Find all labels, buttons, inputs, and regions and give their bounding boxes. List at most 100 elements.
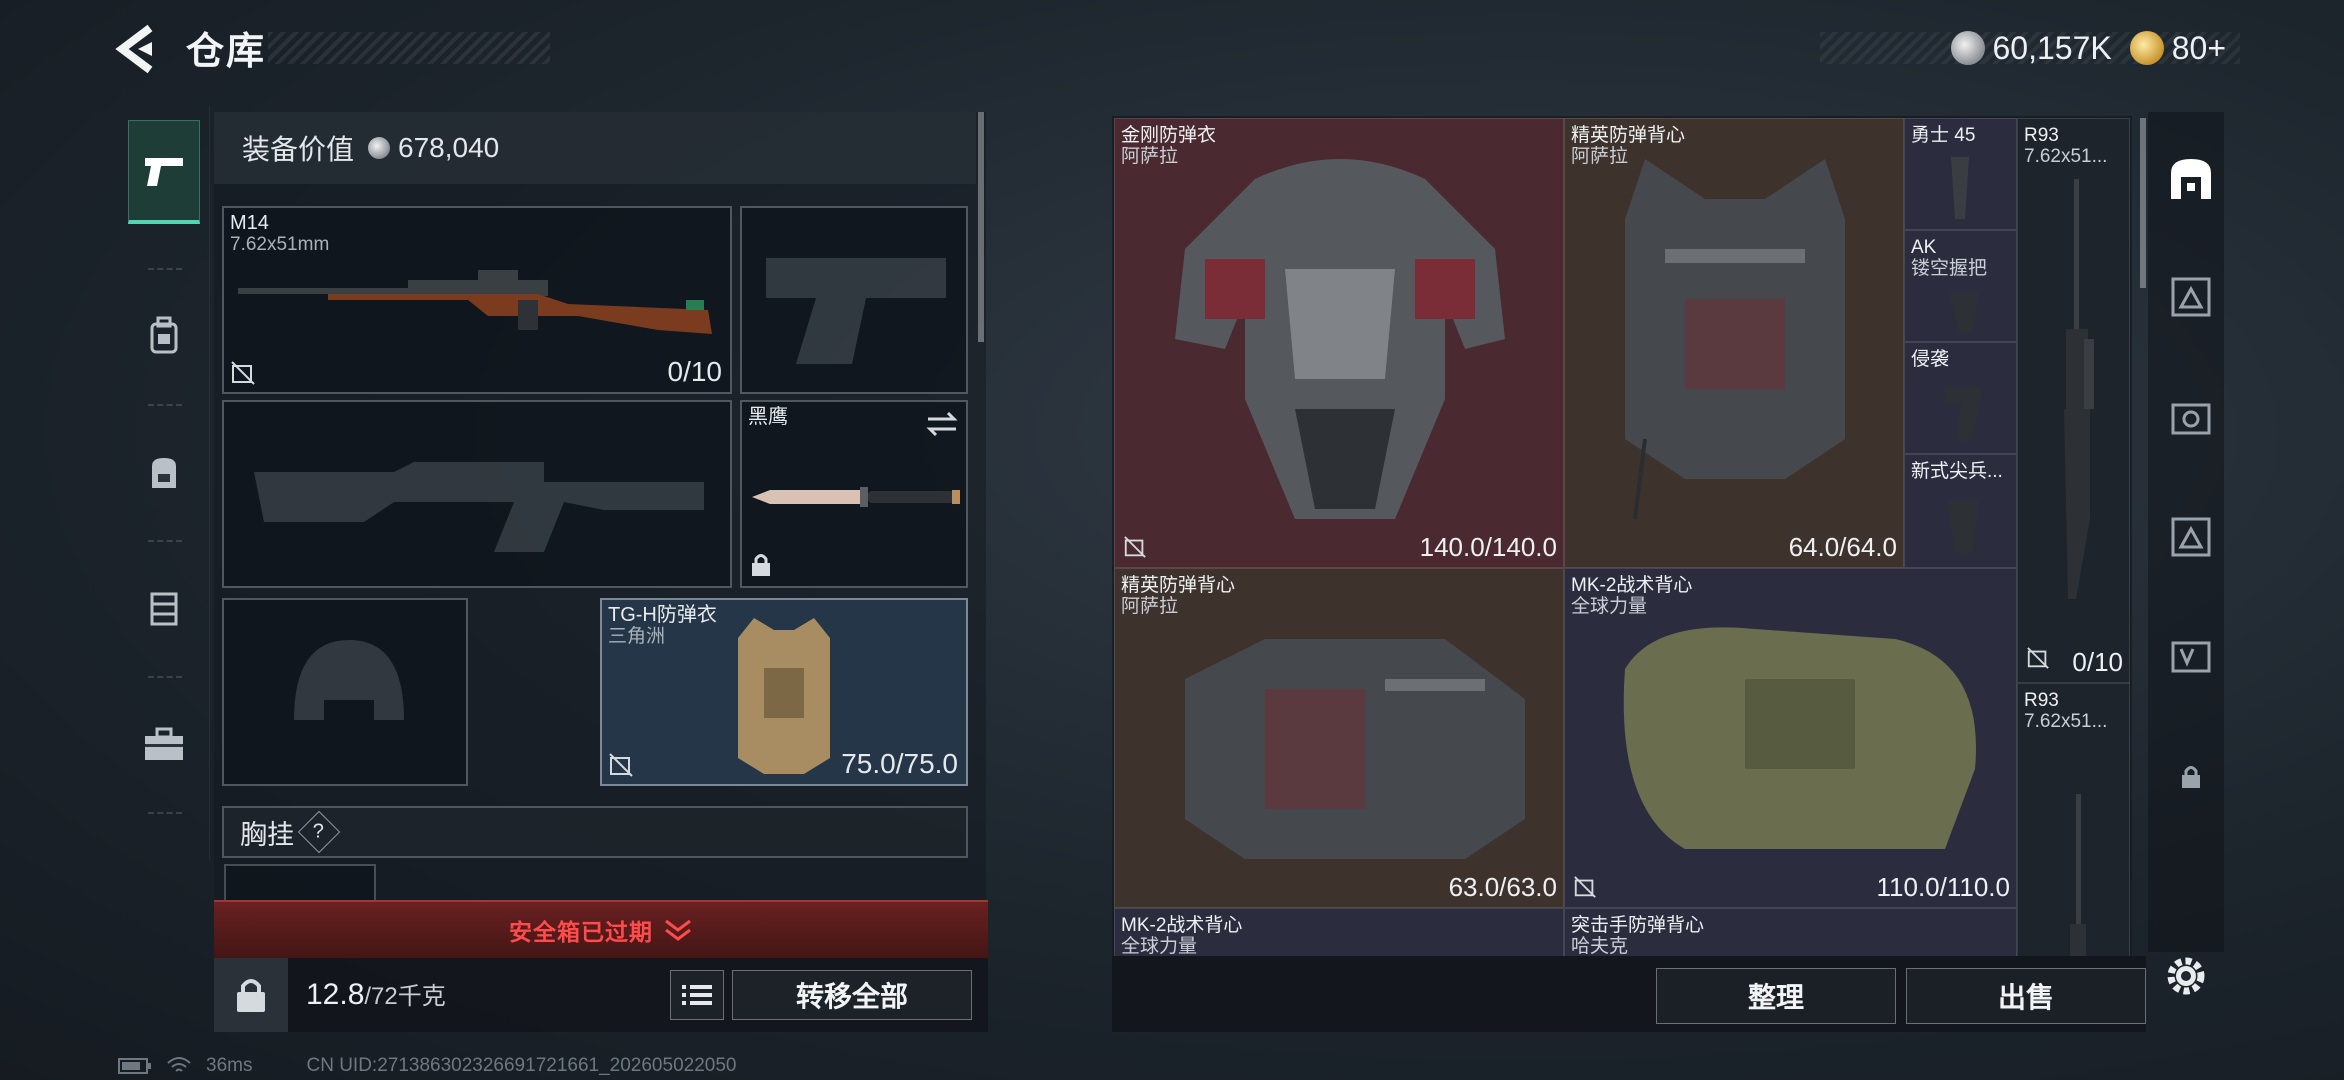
- tg-h-armor-image: [738, 618, 830, 774]
- gold-coin-icon: [2129, 31, 2164, 65]
- item-caliber: 7.62x51...: [2024, 711, 2108, 732]
- silver-currency: 60,157K: [1950, 29, 2112, 67]
- item-name: AK: [1911, 237, 1937, 258]
- item-name: 勇士 45: [1911, 125, 1976, 146]
- gold-amount: 80+: [2171, 29, 2226, 66]
- page-title: 仓库: [186, 31, 267, 73]
- pistol-silhouette: [766, 258, 946, 364]
- sell-button[interactable]: 出售: [1906, 968, 2146, 1024]
- secondary-weapon-slot-empty[interactable]: [222, 400, 732, 588]
- safe-box-expired-banner[interactable]: 安全箱已过期: [214, 900, 988, 958]
- lock-icon: [237, 979, 265, 1012]
- silver-amount: 60,157K: [1992, 29, 2112, 66]
- storage-item-jingang-armor[interactable]: 金刚防弹衣 阿萨拉 140.0/140.0: [1114, 118, 1564, 568]
- storage-item-r93-1[interactable]: R93 7.62x51... 0/10: [2017, 118, 2130, 683]
- slot-item-name: TG-H防弹衣 三角洲: [608, 604, 717, 648]
- tab-separator: [148, 540, 182, 542]
- storage-item-elite-vest[interactable]: 精英防弹背心 阿萨拉 64.0/64.0: [1564, 118, 1904, 568]
- back-arrow-icon: [115, 24, 153, 74]
- tab-storage-3[interactable]: [2158, 384, 2224, 450]
- settings-button[interactable]: [2162, 952, 2210, 1000]
- item-durability: 140.0/140.0: [1419, 532, 1557, 562]
- storage-scrollbar[interactable]: [2140, 118, 2146, 288]
- silver-coin-icon: [368, 137, 391, 159]
- tab-storage-2[interactable]: [2158, 264, 2224, 330]
- no-trade-icon: [609, 753, 633, 777]
- item-name: 突击手防弹背心: [1571, 915, 1705, 936]
- pistol-icon: [145, 157, 183, 186]
- magazine-image: [1951, 157, 1969, 219]
- item-durability: 0/10: [2072, 647, 2123, 677]
- loadout-category-tabs: [118, 106, 210, 860]
- tab-storage-locked[interactable]: [2158, 744, 2224, 810]
- safe-box-status: 安全箱已过期: [509, 919, 653, 945]
- storage-item-mk2-vest-2[interactable]: MK-2战术背心 全球力量: [1114, 908, 1564, 956]
- toolbox-icon: [145, 727, 183, 760]
- item-faction: 三角洲: [608, 626, 666, 647]
- item-label: R93 7.62x51...: [2024, 690, 2107, 732]
- loadout-scrollbar[interactable]: [978, 112, 984, 342]
- chest-rig-row[interactable]: 胸挂 ?: [222, 806, 968, 858]
- storage-item-raid-grip[interactable]: 侵袭: [1904, 342, 2017, 454]
- storage-v-icon: [2171, 641, 2211, 673]
- pistol-slot-empty[interactable]: [740, 206, 968, 394]
- r93-rifle-image: [2070, 794, 2086, 956]
- help-glyph: ?: [313, 820, 325, 843]
- storage-item-mk2-vest[interactable]: MK-2战术背心 全球力量 110.0/110.0: [1564, 568, 2017, 908]
- list-icon: [682, 985, 712, 1005]
- armor-slot[interactable]: TG-H防弹衣 三角洲 75.0/75.0: [600, 598, 968, 786]
- storage-item-ak-grip[interactable]: AK 镂空握把: [1904, 230, 2017, 342]
- slot-item-name: M14 7.62x51mm: [230, 212, 329, 256]
- wifi-icon: [167, 1057, 191, 1072]
- tab-backpack[interactable]: [128, 420, 200, 524]
- chest-rig-slot[interactable]: [224, 864, 376, 904]
- help-icon[interactable]: ?: [297, 810, 341, 854]
- tab-storage-all[interactable]: [2158, 146, 2224, 212]
- item-name: TG-H防弹衣: [608, 604, 717, 626]
- tab-tools[interactable]: [128, 692, 200, 796]
- grip-image: [1949, 293, 1979, 333]
- storage-item-assault-vest[interactable]: 突击手防弹背心 哈夫克: [1564, 908, 2017, 956]
- chevron-down-icon: [665, 919, 691, 941]
- backpack-armor-icon: [150, 316, 178, 354]
- safe-box-button[interactable]: [214, 958, 288, 1032]
- primary-weapon-slot[interactable]: M14 7.62x51mm 0/10: [222, 206, 732, 394]
- back-button[interactable]: [112, 22, 166, 76]
- item-name: 新式尖兵...: [1911, 461, 2003, 482]
- lock-icon: [752, 554, 770, 576]
- swap-icon[interactable]: [926, 410, 958, 438]
- item-faction: 阿萨拉: [1121, 596, 1179, 617]
- tab-chest-rig[interactable]: [128, 556, 200, 660]
- item-durability: 63.0/63.0: [1448, 872, 1557, 902]
- helmet-silhouette: [294, 640, 404, 720]
- storage-item-elite-vest-2[interactable]: 精英防弹背心 阿萨拉 63.0/63.0: [1114, 568, 1564, 908]
- no-trade-icon: [2027, 647, 2049, 669]
- pistol-grip-image: [1945, 387, 1981, 441]
- melee-slot[interactable]: 黑鹰: [740, 400, 968, 588]
- tab-weapons[interactable]: [128, 120, 200, 224]
- storage-item-warrior-45[interactable]: 勇士 45: [1904, 118, 2017, 230]
- sort-button[interactable]: 整理: [1656, 968, 1896, 1024]
- item-name: M14: [230, 212, 269, 234]
- tab-separator: [148, 812, 182, 814]
- item-faction: 全球力量: [1121, 936, 1198, 956]
- item-label: MK-2战术背心 全球力量: [1121, 915, 1242, 956]
- mk2-vest-image: [1623, 627, 1976, 849]
- equipment-value-label: 装备价值: [242, 134, 355, 165]
- list-view-button[interactable]: [670, 970, 724, 1020]
- storage-box-icon: [2171, 517, 2211, 557]
- chest-rig-icon: [150, 592, 178, 626]
- storage-grid: 金刚防弹衣 阿萨拉 140.0/140.0 精英防弹背心 阿萨拉 64.0/64.0…: [1112, 116, 2132, 956]
- storage-item-new-vanguard[interactable]: 新式尖兵...: [1904, 454, 2017, 568]
- item-name: R93: [2024, 690, 2059, 711]
- tab-armor[interactable]: [128, 284, 200, 388]
- tab-separator: [148, 404, 182, 406]
- tab-storage-4[interactable]: [2158, 504, 2224, 570]
- item-durability: 75.0/75.0: [841, 748, 958, 779]
- tab-storage-5[interactable]: [2158, 624, 2224, 690]
- item-name: MK-2战术背心: [1121, 915, 1243, 936]
- helmet-slot-empty[interactable]: [222, 598, 468, 786]
- storage-camera-icon: [2171, 403, 2211, 435]
- transfer-all-button[interactable]: 转移全部: [732, 970, 972, 1020]
- storage-item-r93-2[interactable]: R93 7.62x51...: [2017, 683, 2130, 956]
